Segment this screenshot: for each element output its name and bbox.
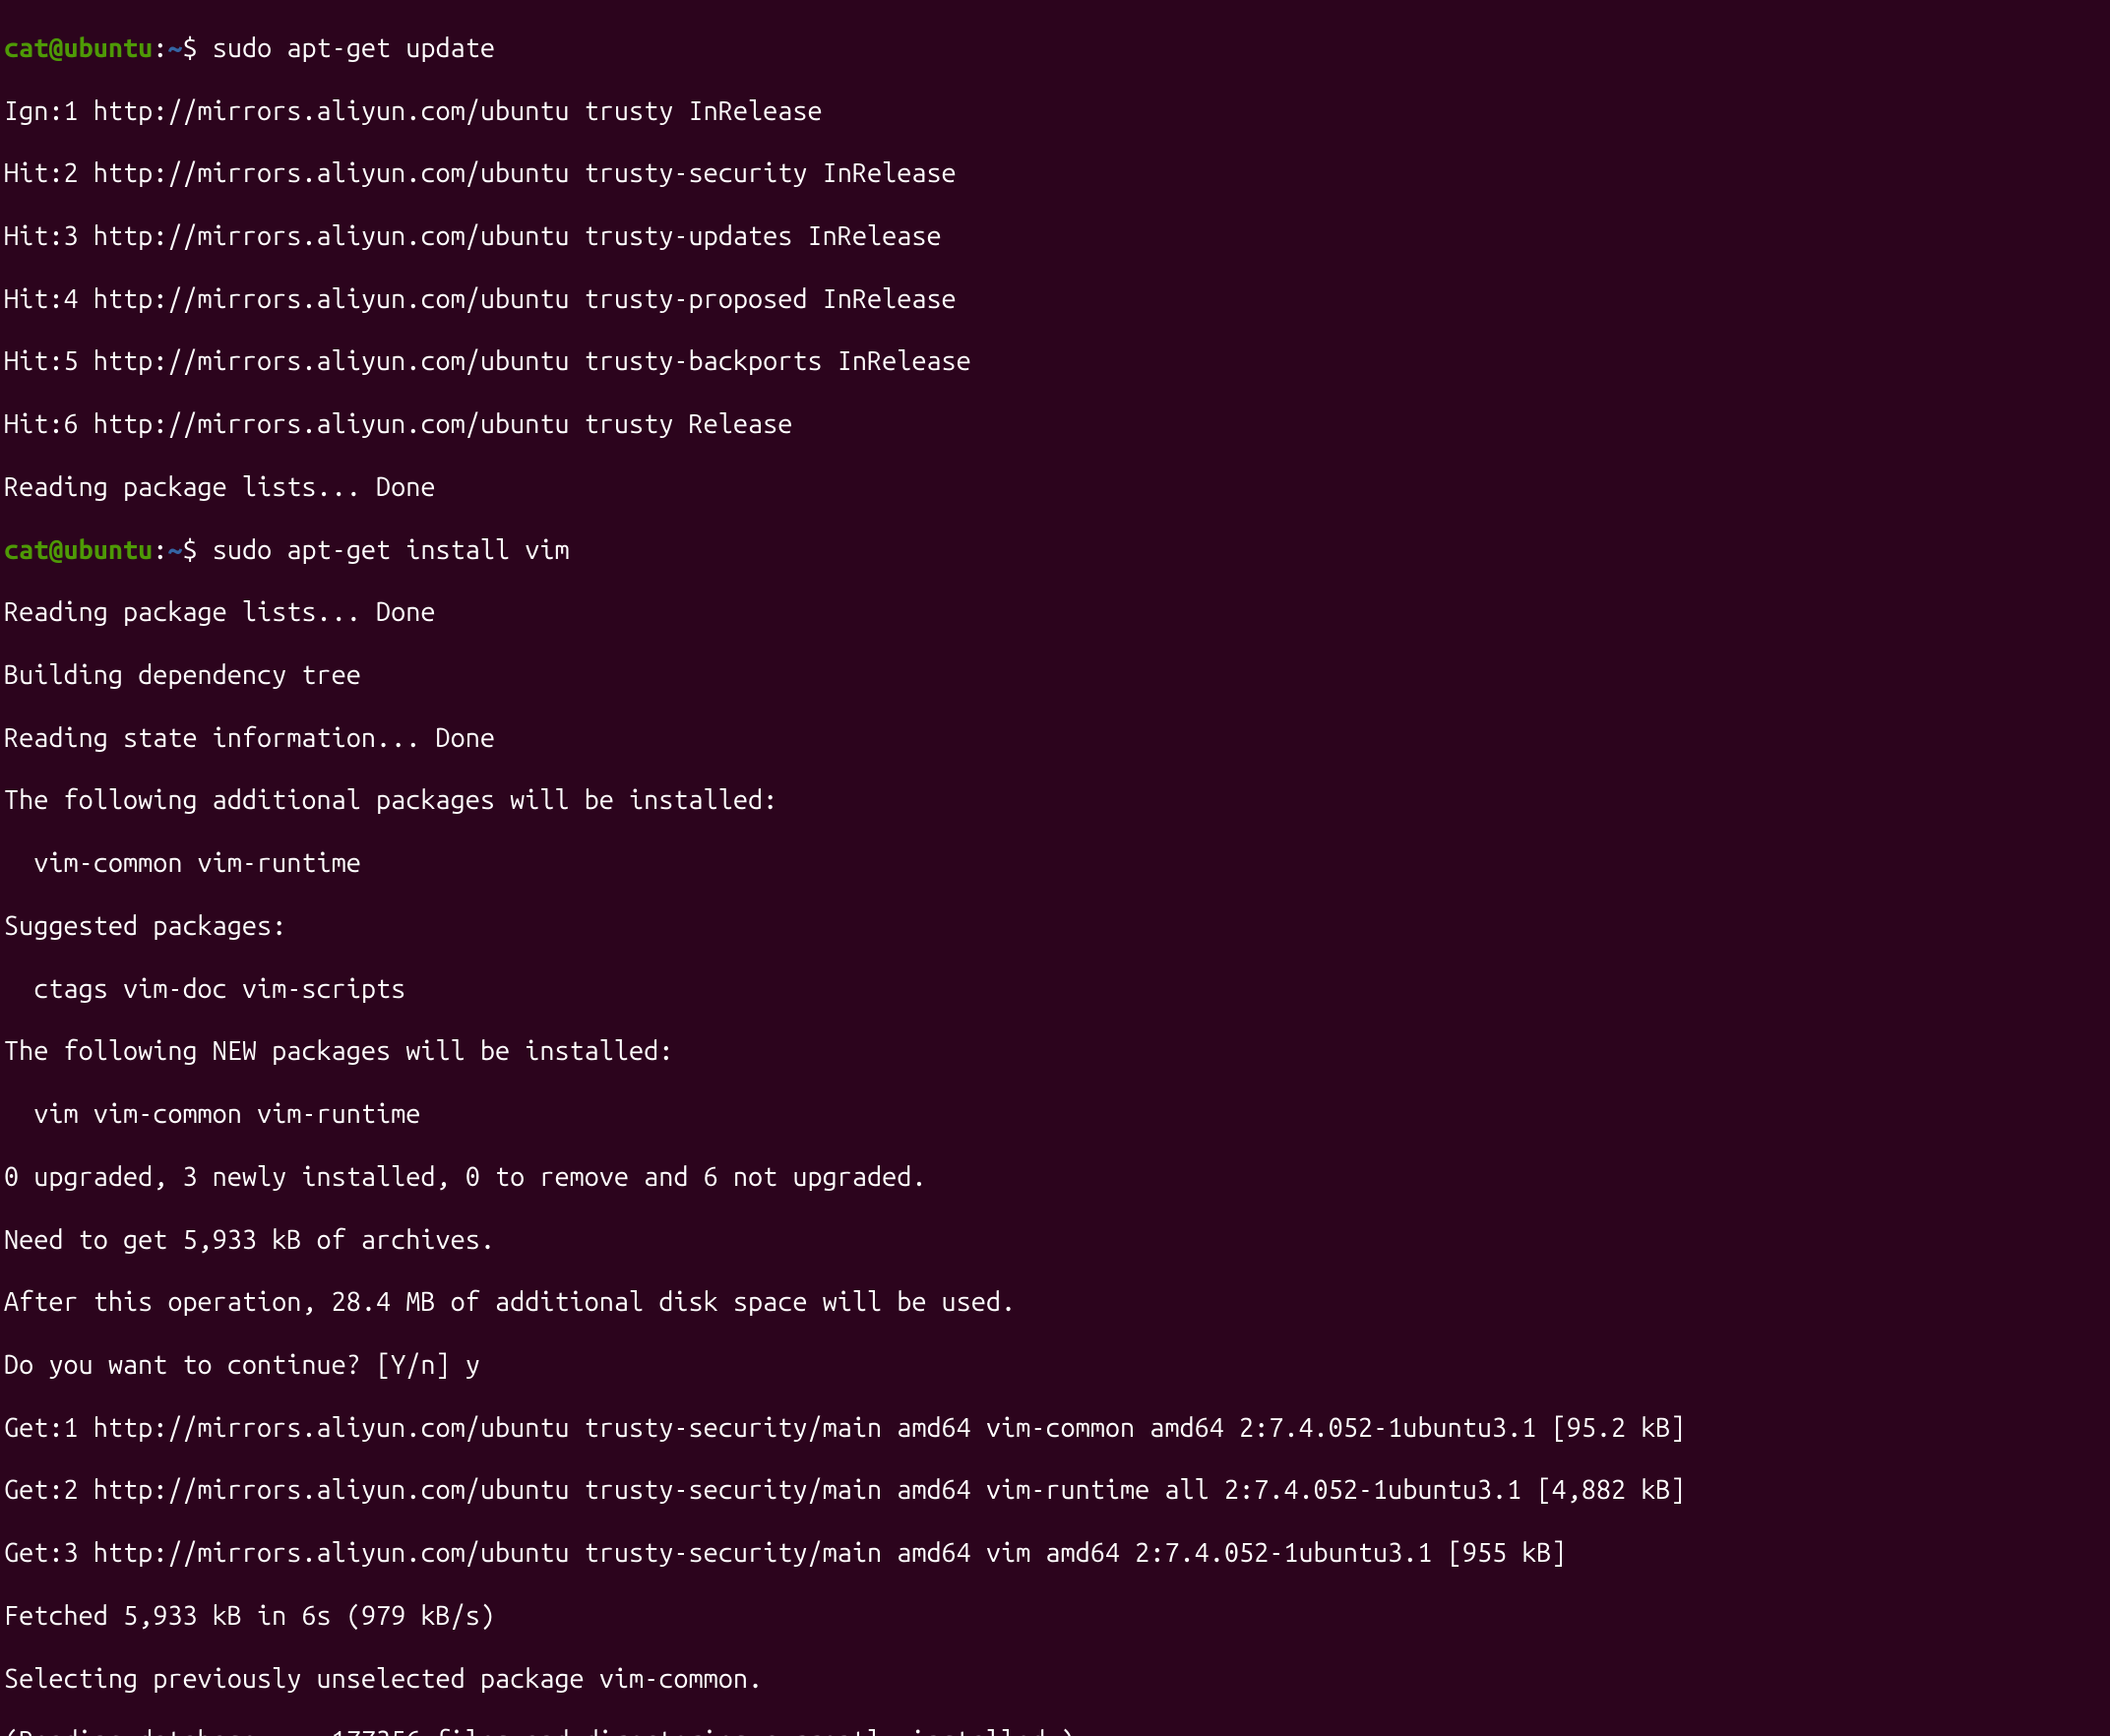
output-line: Need to get 5,933 kB of archives. xyxy=(4,1225,2106,1257)
prompt-line-2: cat@ubuntu:~$ sudo apt-get install vim xyxy=(4,535,2106,567)
command-text-1: sudo apt-get update xyxy=(213,33,495,63)
output-line: Get:3 http://mirrors.aliyun.com/ubuntu t… xyxy=(4,1538,2106,1570)
prompt-user: cat xyxy=(4,33,48,63)
output-line: The following additional packages will b… xyxy=(4,785,2106,817)
prompt-dollar: $ xyxy=(182,535,212,565)
command-text-2: sudo apt-get install vim xyxy=(213,535,570,565)
output-line: After this operation, 28.4 MB of additio… xyxy=(4,1287,2106,1319)
prompt-dollar: $ xyxy=(182,33,212,63)
prompt-at: @ xyxy=(48,535,63,565)
terminal-window[interactable]: cat@ubuntu:~$ sudo apt-get update Ign:1 … xyxy=(0,0,2110,1736)
output-line: Reading package lists... Done xyxy=(4,597,2106,629)
output-line: Building dependency tree xyxy=(4,660,2106,692)
output-line: Selecting previously unselected package … xyxy=(4,1664,2106,1696)
prompt-user: cat xyxy=(4,535,48,565)
output-line: Suggested packages: xyxy=(4,911,2106,943)
output-line: vim vim-common vim-runtime xyxy=(4,1099,2106,1131)
output-line: Hit:4 http://mirrors.aliyun.com/ubuntu t… xyxy=(4,284,2106,316)
prompt-host: ubuntu xyxy=(64,535,154,565)
output-line: 0 upgraded, 3 newly installed, 0 to remo… xyxy=(4,1162,2106,1194)
output-line: Hit:6 http://mirrors.aliyun.com/ubuntu t… xyxy=(4,409,2106,441)
output-line: Hit:3 http://mirrors.aliyun.com/ubuntu t… xyxy=(4,221,2106,253)
prompt-colon: : xyxy=(153,535,167,565)
prompt-line-1: cat@ubuntu:~$ sudo apt-get update xyxy=(4,33,2106,65)
prompt-colon: : xyxy=(153,33,167,63)
output-line: Get:1 http://mirrors.aliyun.com/ubuntu t… xyxy=(4,1413,2106,1445)
output-line: Hit:2 http://mirrors.aliyun.com/ubuntu t… xyxy=(4,158,2106,190)
output-line: (Reading database ... 177356 files and d… xyxy=(4,1726,2106,1736)
prompt-path: ~ xyxy=(167,535,182,565)
output-line: The following NEW packages will be insta… xyxy=(4,1036,2106,1068)
prompt-host: ubuntu xyxy=(64,33,154,63)
prompt-at: @ xyxy=(48,33,63,63)
output-line: Do you want to continue? [Y/n] y xyxy=(4,1350,2106,1382)
prompt-path: ~ xyxy=(167,33,182,63)
output-line: Fetched 5,933 kB in 6s (979 kB/s) xyxy=(4,1601,2106,1633)
output-line: Reading package lists... Done xyxy=(4,472,2106,504)
output-line: vim-common vim-runtime xyxy=(4,848,2106,880)
output-line: Reading state information... Done xyxy=(4,723,2106,755)
output-line: Ign:1 http://mirrors.aliyun.com/ubuntu t… xyxy=(4,96,2106,128)
output-line: Get:2 http://mirrors.aliyun.com/ubuntu t… xyxy=(4,1475,2106,1507)
output-line: ctags vim-doc vim-scripts xyxy=(4,974,2106,1006)
output-line: Hit:5 http://mirrors.aliyun.com/ubuntu t… xyxy=(4,346,2106,378)
